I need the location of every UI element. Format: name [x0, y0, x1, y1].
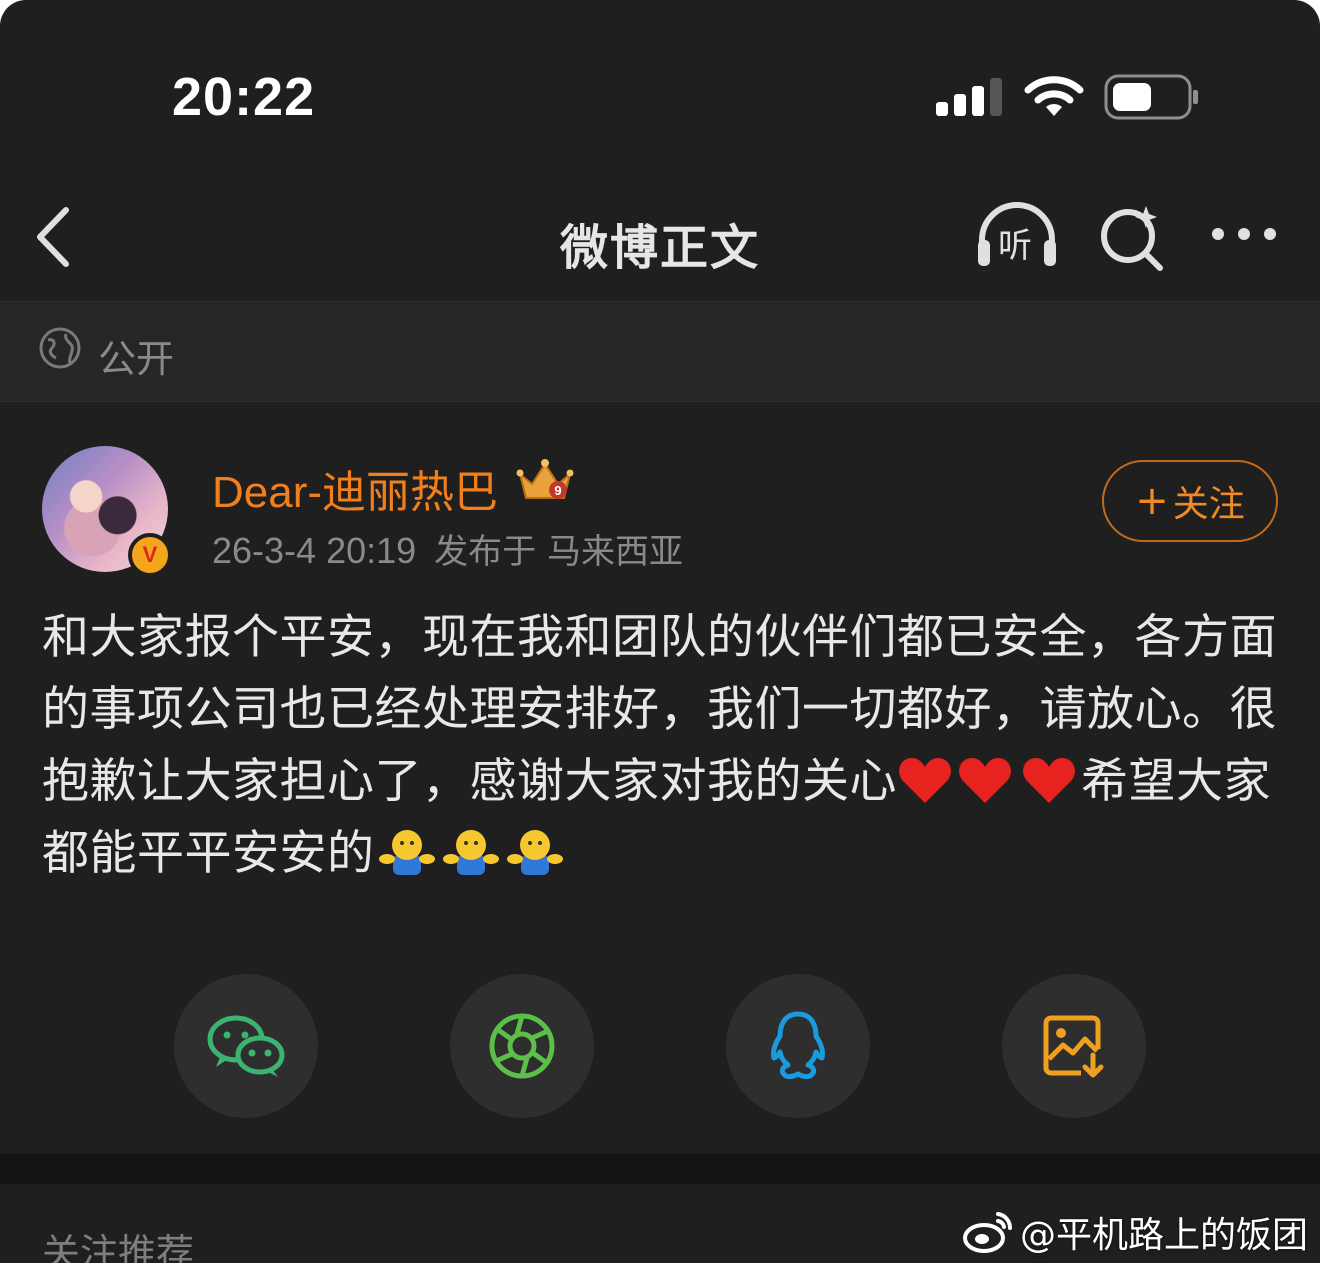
globe-icon: [39, 327, 81, 369]
qq-icon: [771, 1011, 825, 1080]
share-wechat-button[interactable]: [174, 974, 318, 1118]
nav-bar: 微博正文 听: [0, 170, 1320, 302]
follow-label: 关注: [1172, 484, 1245, 525]
wifi-icon: [1024, 76, 1084, 116]
more-icon[interactable]: [1208, 224, 1280, 244]
search-icon[interactable]: [1096, 202, 1166, 272]
screen: 20:22 微博正文 听 公开 V Dear-迪丽热巴 9 26-3-4 20:…: [0, 0, 1320, 1263]
post-timestamp: 26-3-4 20:19: [212, 530, 417, 571]
watermark-text: @平机路上的饭团: [1019, 1215, 1308, 1256]
share-qq-button[interactable]: [726, 974, 870, 1118]
verified-mark: V: [142, 542, 158, 567]
post-text: 和大家报个平安，现在我和团队的伙伴们都已安全，各方面的事项公司也已经处理安排好，…: [42, 602, 1282, 890]
follow-button[interactable]: + 关注: [1102, 460, 1278, 542]
hug-icon: [442, 830, 499, 875]
watermark: @平机路上的饭团: [962, 1206, 1308, 1258]
wechat-icon: [207, 1015, 285, 1077]
author-name[interactable]: Dear-迪丽热巴: [212, 456, 498, 520]
listen-button[interactable]: 听: [974, 200, 1060, 270]
plus-icon: +: [1135, 478, 1169, 524]
visibility-row: [0, 302, 1320, 402]
hug-icon: [378, 830, 435, 875]
battery-icon: [1104, 74, 1198, 120]
recommend-title: 关注推荐: [42, 1231, 195, 1263]
listen-label: 听: [998, 226, 1032, 266]
section-divider: [0, 1154, 1320, 1184]
status-bar: 20:22: [0, 0, 1320, 170]
crown-level: 9: [554, 483, 561, 498]
status-time: 20:22: [172, 67, 316, 127]
share-save-image-button[interactable]: [1002, 974, 1146, 1118]
post-location: 发布于 马来西亚: [434, 532, 683, 572]
heart-icon: [899, 758, 951, 803]
hug-icon: [506, 830, 563, 875]
heart-icon: [959, 758, 1011, 803]
crown-icon: 9: [516, 459, 574, 499]
post-meta: 26-3-4 20:19 发布于 马来西亚: [212, 524, 683, 573]
share-moments-button[interactable]: [450, 974, 594, 1118]
weibo-logo-icon: [962, 1212, 1012, 1253]
visibility-label: 公开: [98, 337, 175, 381]
heart-icon: [1023, 758, 1075, 803]
verified-badge: V: [128, 533, 172, 577]
save-image-icon: [1043, 1015, 1104, 1078]
moments-icon: [489, 1013, 555, 1079]
cellular-signal-icon: [936, 78, 1002, 116]
